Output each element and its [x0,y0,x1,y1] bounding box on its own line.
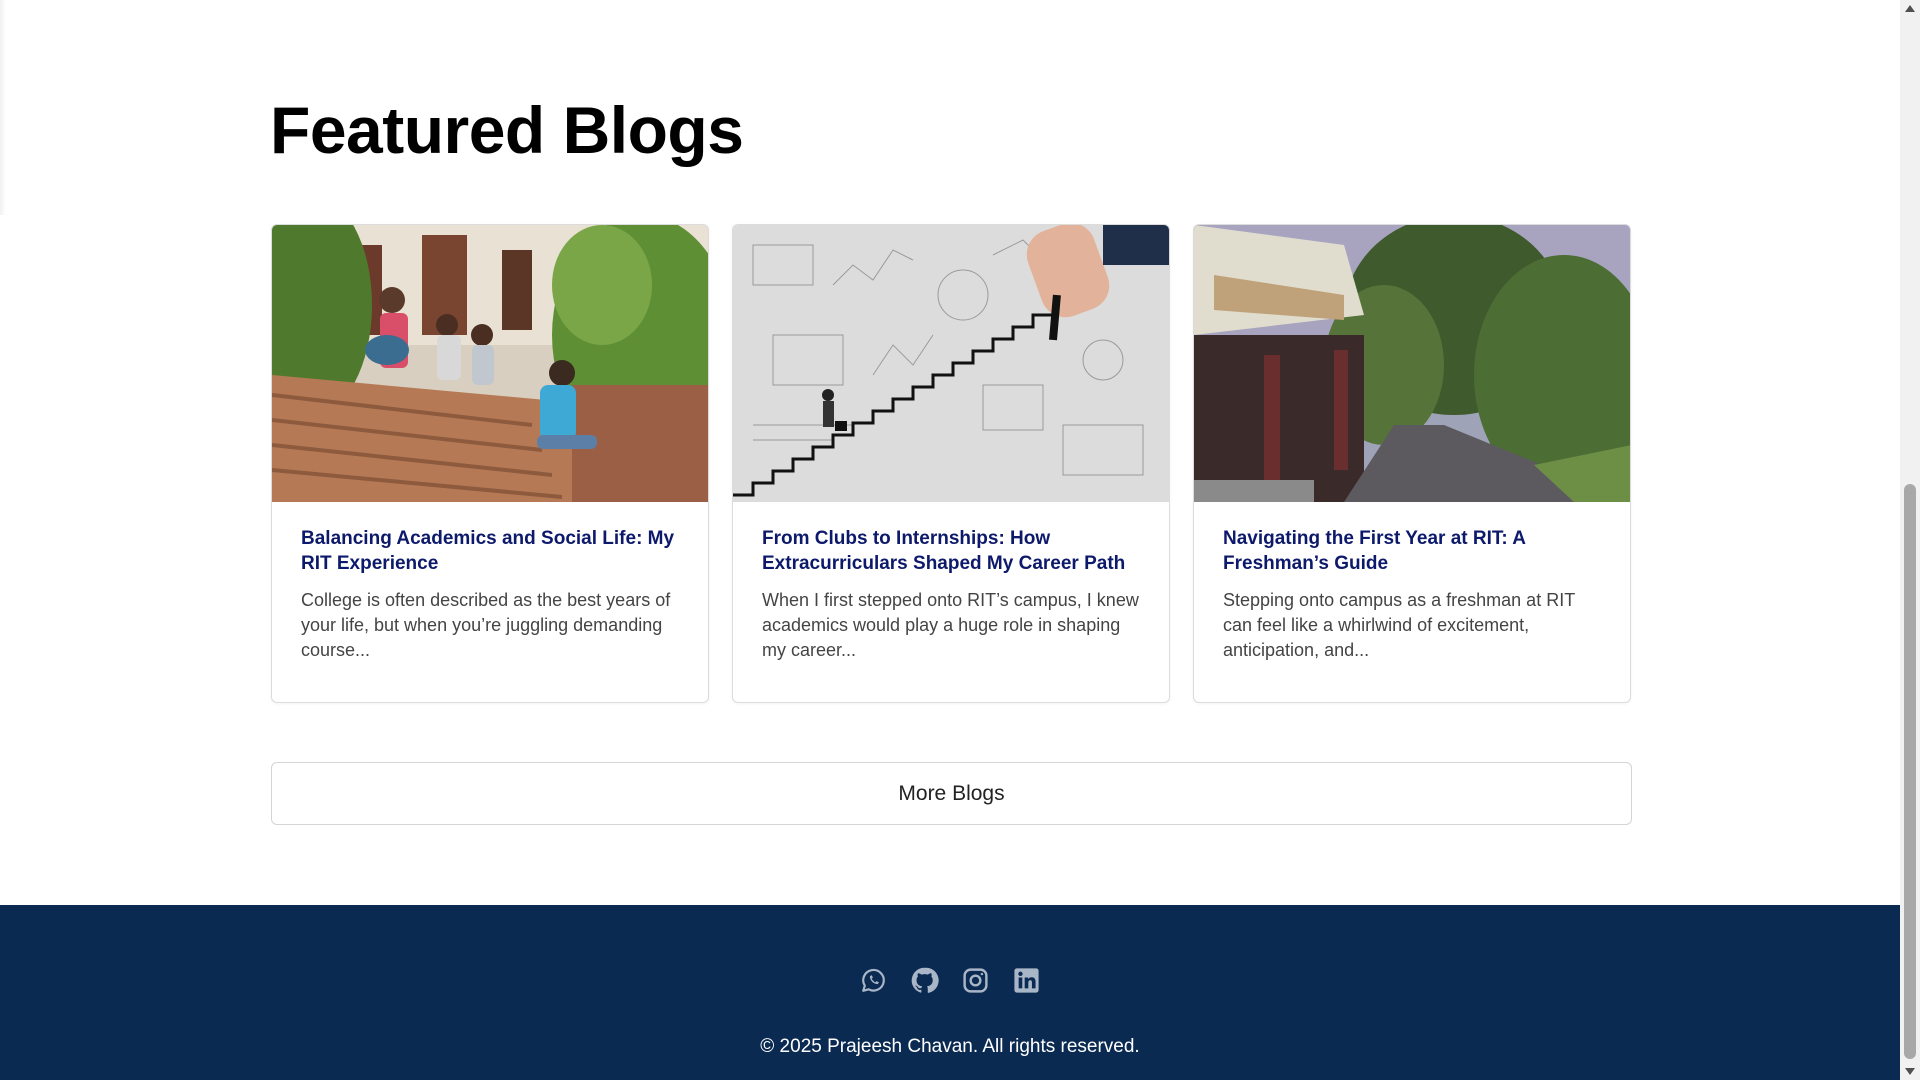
blog-title[interactable]: Navigating the First Year at RIT: A Fres… [1223,526,1601,576]
blog-card-body: Balancing Academics and Social Life: My … [272,502,708,663]
blog-card[interactable]: Balancing Academics and Social Life: My … [271,224,709,703]
github-icon[interactable] [910,966,939,995]
blog-cards: Balancing Academics and Social Life: My … [271,224,1632,703]
whatsapp-icon[interactable] [859,966,888,995]
blog-title[interactable]: From Clubs to Internships: How Extracurr… [762,526,1140,576]
blog-image-campus-building[interactable] [1194,225,1630,502]
more-blogs-button[interactable]: More Blogs [271,762,1632,825]
blog-card[interactable]: From Clubs to Internships: How Extracurr… [732,224,1170,703]
instagram-icon[interactable] [961,966,990,995]
blog-title[interactable]: Balancing Academics and Social Life: My … [301,526,679,576]
linkedin-icon[interactable] [1012,966,1041,995]
blog-card[interactable]: Navigating the First Year at RIT: A Fres… [1193,224,1631,703]
scroll-down-arrow-icon[interactable] [1900,1063,1920,1080]
blog-image-career-staircase[interactable] [733,225,1169,502]
blog-card-body: From Clubs to Internships: How Extracurr… [733,502,1169,663]
scroll-thumb[interactable] [1904,484,1916,1059]
blog-image-students-on-steps[interactable] [272,225,708,502]
section-title: Featured Blogs [270,93,744,167]
blog-excerpt: When I first stepped onto RIT’s campus, … [762,590,1139,660]
main-content: Featured Blogs Balancing Academics and S… [0,0,1900,905]
blog-excerpt: Stepping onto campus as a freshman at RI… [1223,590,1575,660]
blog-excerpt: College is often described as the best y… [301,590,671,660]
social-links [0,966,1900,995]
page: Featured Blogs Balancing Academics and S… [0,0,1920,1080]
copyright-text: © 2025 Prajeesh Chavan. All rights reser… [760,1036,1140,1057]
left-edge-shadow [0,0,6,215]
scroll-up-arrow-icon[interactable] [1900,0,1920,17]
footer: © 2025 Prajeesh Chavan. All rights reser… [0,905,1900,1080]
blog-card-body: Navigating the First Year at RIT: A Fres… [1194,502,1630,663]
vertical-scrollbar[interactable] [1900,0,1920,1080]
